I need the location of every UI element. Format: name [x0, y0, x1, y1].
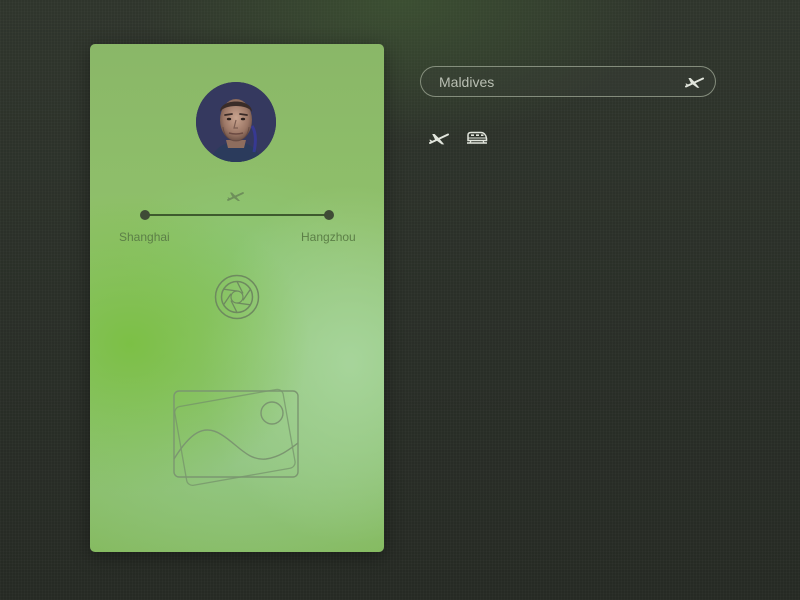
image-gallery-icon[interactable] — [168, 379, 308, 504]
airplane-icon — [227, 192, 244, 201]
avatar-image — [196, 82, 276, 162]
search-box — [420, 66, 716, 97]
airplane-icon[interactable] — [685, 74, 705, 90]
origin-dot — [140, 210, 150, 220]
train-icon[interactable] — [466, 129, 488, 147]
destination-city: Hangzhou — [301, 230, 356, 244]
avatar[interactable] — [196, 82, 276, 162]
destination-dot — [324, 210, 334, 220]
airplane-icon[interactable] — [428, 129, 450, 147]
camera-aperture-icon[interactable] — [214, 274, 260, 320]
search-input[interactable] — [439, 67, 669, 96]
travel-card: Shanghai Hangzhou — [90, 44, 384, 552]
route-line — [145, 214, 329, 216]
origin-city: Shanghai — [119, 230, 170, 244]
